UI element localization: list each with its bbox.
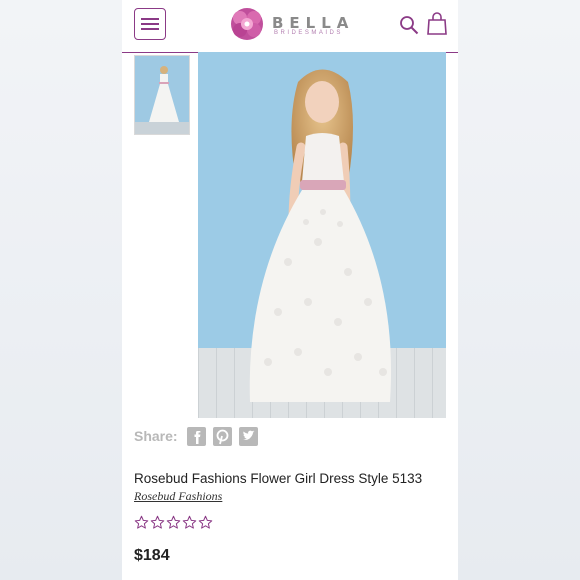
- star-empty-icon[interactable]: [198, 515, 213, 530]
- star-empty-icon[interactable]: [182, 515, 197, 530]
- product-title: Rosebud Fashions Flower Girl Dress Style…: [134, 471, 423, 486]
- menu-line-icon: [141, 28, 159, 30]
- star-empty-icon[interactable]: [150, 515, 165, 530]
- share-bar: Share:: [134, 426, 258, 446]
- rating-stars[interactable]: [134, 515, 213, 530]
- shopping-bag-icon[interactable]: [427, 12, 447, 36]
- pinterest-icon[interactable]: [212, 426, 232, 446]
- logo-subtitle: BRIDESMAIDS: [274, 30, 343, 36]
- hamburger-menu-button[interactable]: [134, 8, 166, 40]
- star-empty-icon[interactable]: [134, 515, 149, 530]
- thumbnail-image: [135, 66, 189, 134]
- share-label: Share:: [134, 428, 178, 444]
- menu-line-icon: [141, 23, 159, 25]
- site-header: BELLA BRIDESMAIDS: [122, 0, 458, 53]
- product-brand-link[interactable]: Rosebud Fashions: [134, 489, 222, 504]
- twitter-icon[interactable]: [238, 426, 258, 446]
- product-page: BELLA BRIDESMAIDS Share: Rosebud Fashion…: [122, 0, 458, 580]
- background-left: [0, 0, 122, 580]
- flower-logo-icon[interactable]: [229, 6, 265, 42]
- star-empty-icon[interactable]: [166, 515, 181, 530]
- product-main-image[interactable]: [198, 52, 446, 418]
- product-price: $184: [134, 547, 170, 564]
- flower-girl-dress-photo: [198, 52, 446, 418]
- background-right: [458, 0, 580, 580]
- facebook-icon[interactable]: [186, 426, 206, 446]
- menu-line-icon: [141, 18, 159, 20]
- product-thumbnail[interactable]: [134, 55, 190, 135]
- search-icon[interactable]: [399, 15, 419, 35]
